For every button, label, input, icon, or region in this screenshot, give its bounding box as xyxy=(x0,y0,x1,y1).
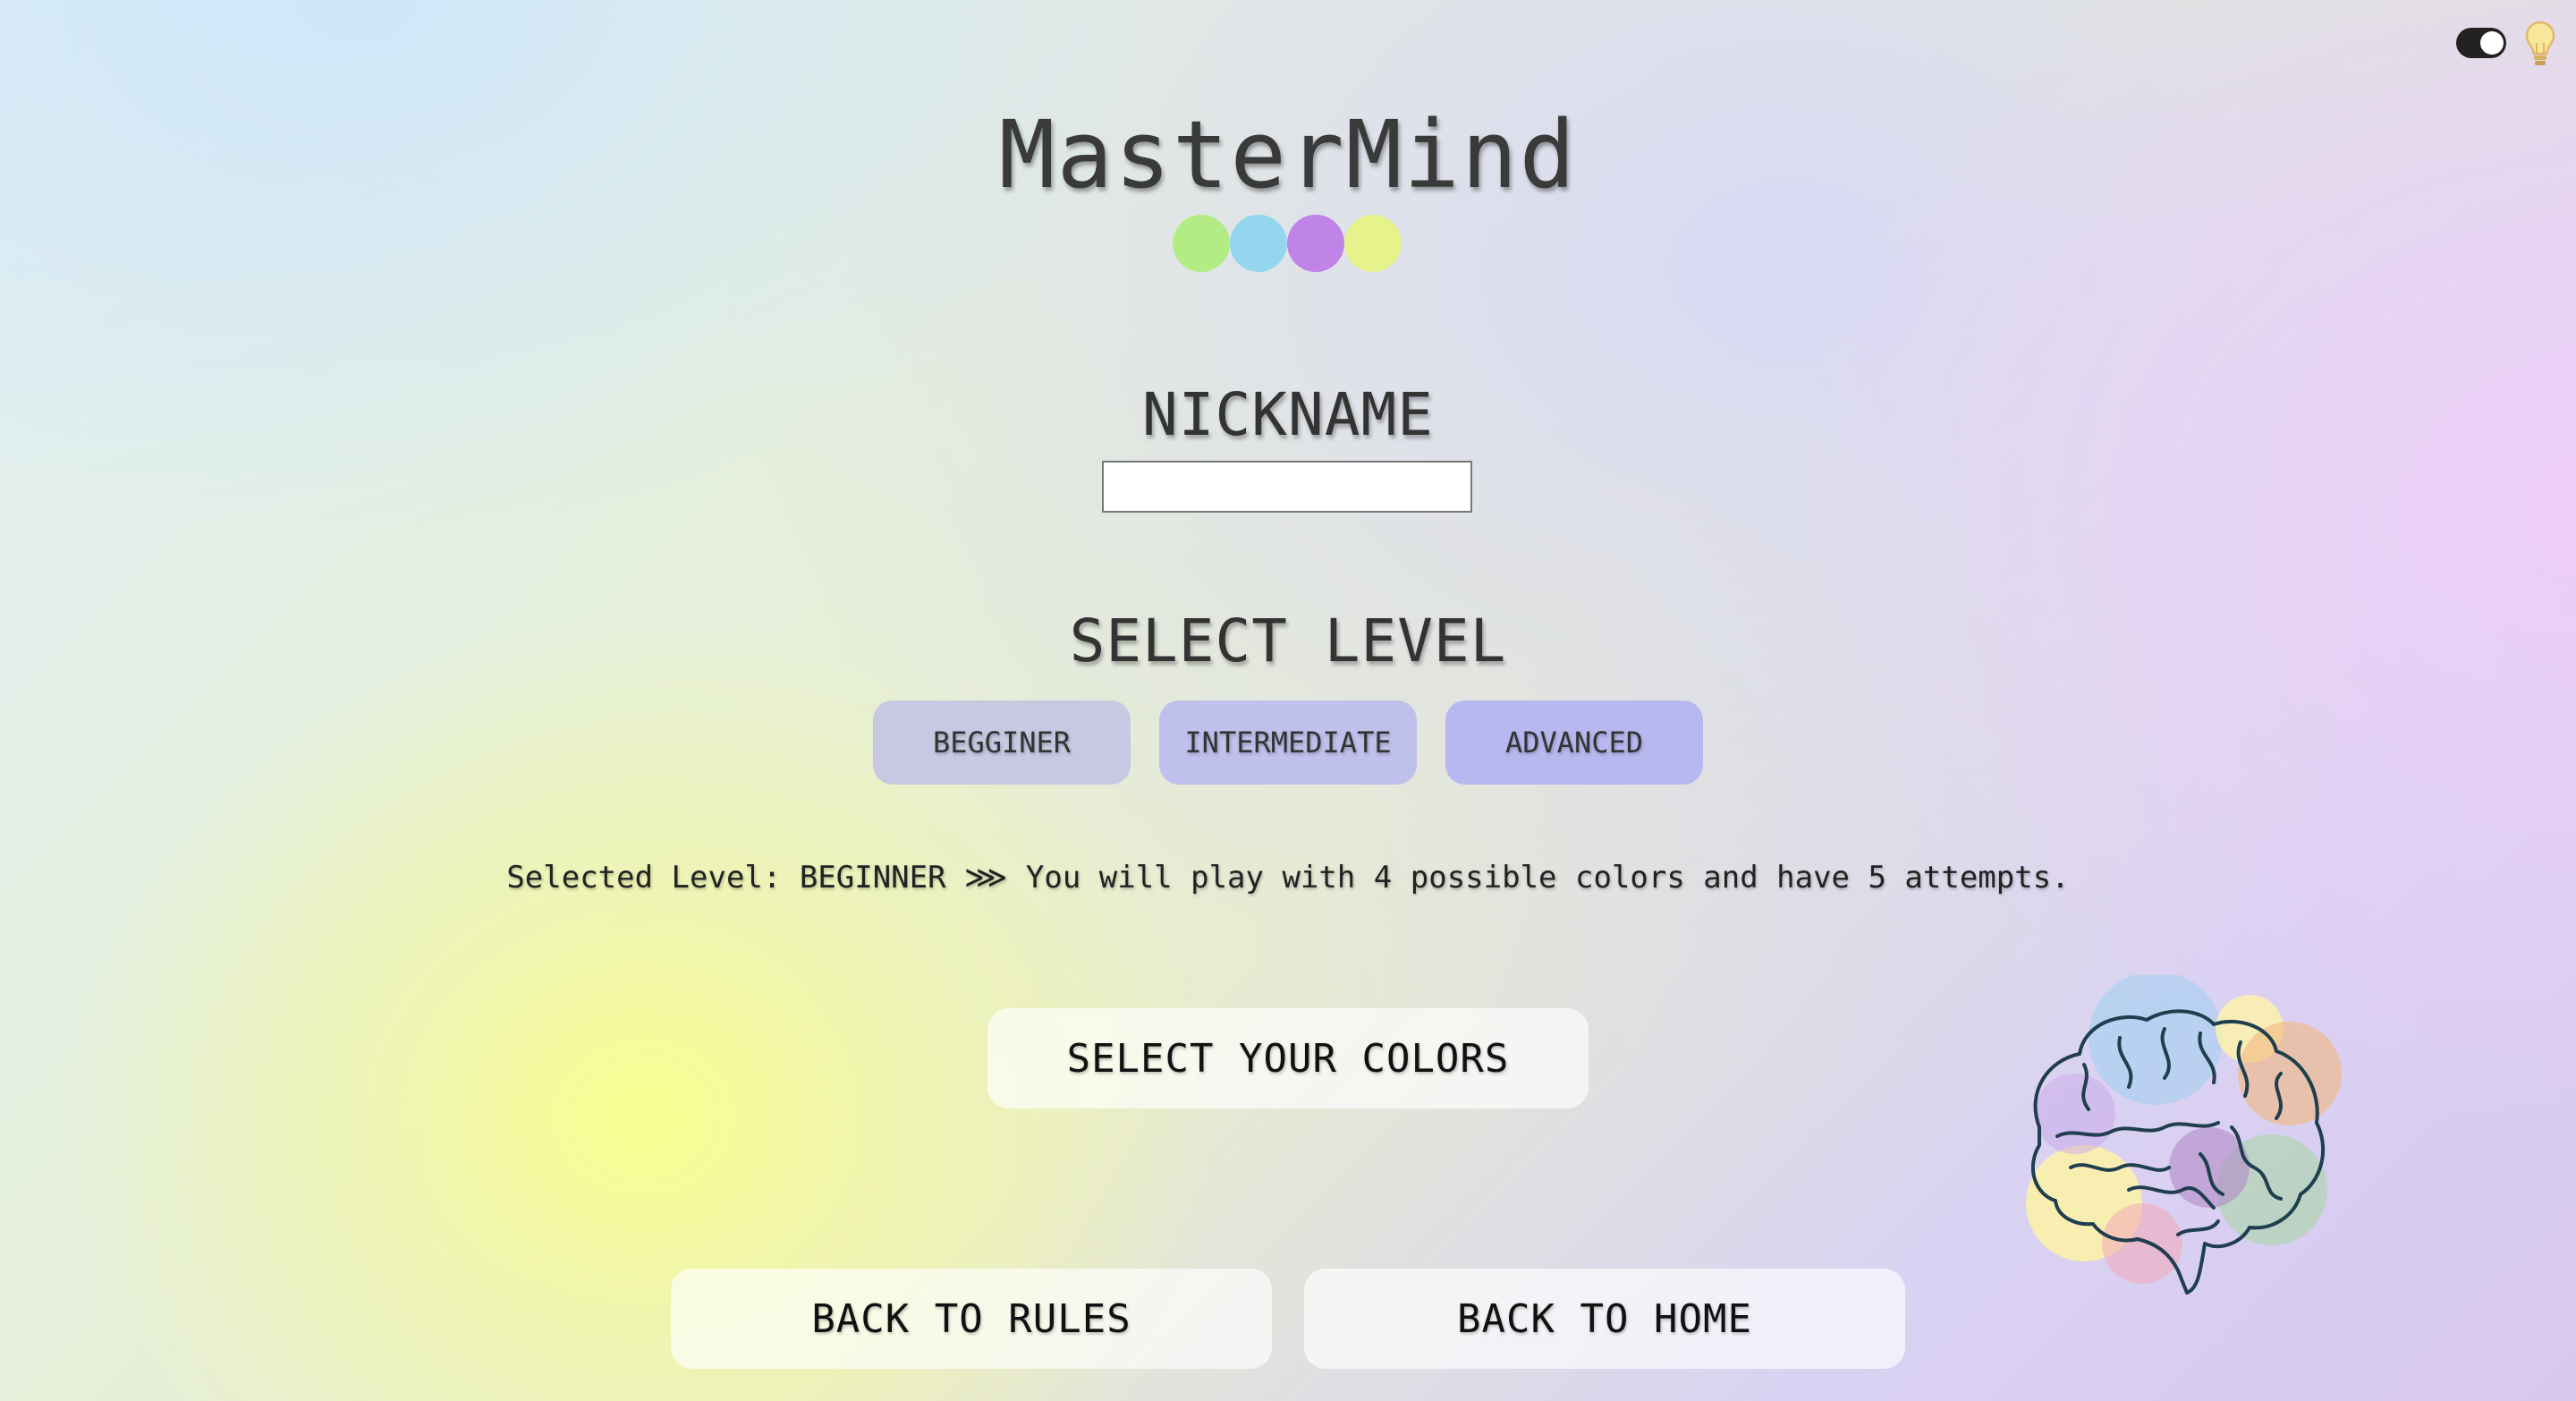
brain-illustration xyxy=(2026,975,2342,1295)
level-intermediate-button[interactable]: INTERMEDIATE xyxy=(1159,700,1417,785)
select-colors-button[interactable]: SELECT YOUR COLORS xyxy=(987,1008,1589,1108)
app-title: MasterMind xyxy=(998,100,1578,209)
theme-toggle[interactable] xyxy=(2456,28,2506,58)
nickname-input[interactable] xyxy=(1102,461,1472,513)
nickname-label: NICKNAME xyxy=(1142,380,1434,449)
selected-level-info: Selected Level: BEGINNER ⋙ You will play… xyxy=(506,860,2070,896)
back-to-rules-button[interactable]: BACK TO RULES xyxy=(671,1269,1272,1369)
select-level-heading: SELECT LEVEL xyxy=(1069,607,1507,675)
logo-dot-green xyxy=(1173,215,1230,272)
logo-dot-yellow xyxy=(1344,215,1402,272)
logo-dot-purple xyxy=(1287,215,1344,272)
logo-dots xyxy=(0,215,2576,274)
toggle-knob xyxy=(2480,31,2504,55)
level-advanced-button[interactable]: ADVANCED xyxy=(1445,700,1703,785)
level-beginner-button[interactable]: BEGGINER xyxy=(873,700,1131,785)
back-to-home-button[interactable]: BACK TO HOME xyxy=(1304,1269,1905,1369)
logo-dot-blue xyxy=(1230,215,1287,272)
lightbulb-icon[interactable] xyxy=(2524,20,2556,70)
